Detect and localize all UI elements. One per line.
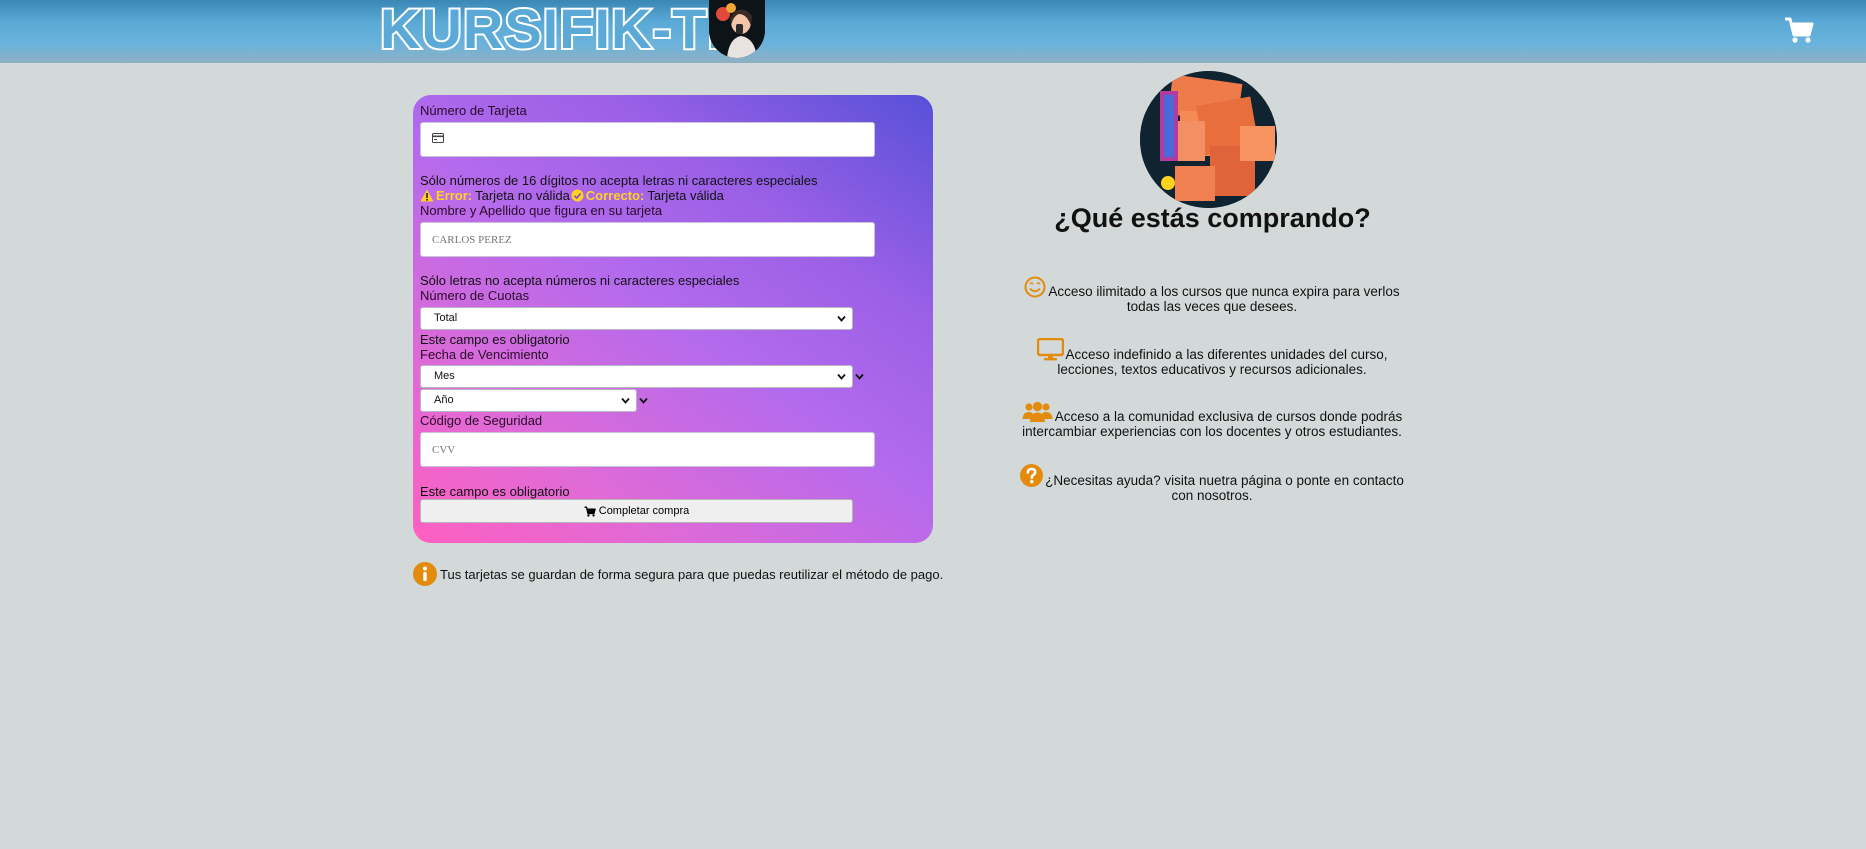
installments-hint: Este campo es obligatorio: [420, 332, 570, 347]
installments-selected: Total: [434, 312, 458, 324]
card-number-input[interactable]: [420, 122, 875, 157]
card-validation-status: Error: Tarjeta no válida Correcto: Tarje…: [420, 188, 724, 203]
installments-select[interactable]: Total: [420, 307, 853, 330]
feature-item: Acceso indefinido a las diferentes unida…: [1012, 337, 1412, 377]
feature-item: ¿Necesitas ayuda? visita nuetra página o…: [1012, 464, 1412, 503]
cvv-input[interactable]: [420, 432, 875, 467]
cart-icon[interactable]: [1784, 16, 1814, 44]
error-text: Tarjeta no válida: [475, 188, 570, 203]
complete-purchase-button[interactable]: Completar compra: [420, 499, 853, 523]
chevron-down-icon: [837, 373, 846, 380]
cardholder-name-label: Nombre y Apellido que figura en su tarje…: [420, 203, 663, 218]
feature-text: Acceso indefinido a las diferentes unida…: [1057, 347, 1388, 377]
card-number-label: Número de Tarjeta: [420, 103, 527, 118]
check-circle-icon: [571, 189, 584, 202]
brand-logo-avatar[interactable]: [709, 0, 765, 58]
sidebar-title: ¿Qué estás comprando?: [1054, 203, 1371, 233]
expiry-year-select[interactable]: Año: [420, 389, 637, 412]
question-icon: [1020, 464, 1044, 487]
expiry-label: Fecha de Vencimiento: [420, 347, 549, 362]
users-icon: [1022, 401, 1053, 422]
cardholder-name-hint: Sólo letras no acepta números ni caracte…: [420, 273, 740, 288]
complete-purchase-label: Completar compra: [598, 505, 690, 517]
feature-text: Acceso ilimitado a los cursos que nunca …: [1048, 284, 1400, 314]
expiry-year-selected: Año: [434, 394, 454, 406]
cvv-hint: Este campo es obligatorio: [420, 484, 570, 499]
feature-text: Acceso a la comunidad exclusiva de curso…: [1022, 409, 1403, 439]
chevron-down-icon: [855, 373, 864, 380]
chevron-down-icon: [837, 315, 846, 322]
warning-icon: [420, 189, 434, 202]
feature-text: ¿Necesitas ayuda? visita nuetra página o…: [1045, 473, 1404, 503]
expiry-month-selected: Mes: [434, 370, 455, 382]
cardholder-name-input[interactable]: [420, 222, 875, 257]
card-number-hint: Sólo números de 16 dígitos no acepta let…: [420, 173, 818, 188]
cvv-label: Código de Seguridad: [420, 413, 543, 428]
expiry-month-select[interactable]: Mes: [420, 365, 853, 388]
credit-card-icon: [432, 133, 444, 143]
feature-item: Acceso a la comunidad exclusiva de curso…: [1012, 401, 1412, 439]
chevron-down-icon: [621, 397, 630, 404]
cart-icon: [584, 505, 596, 517]
course-hero-image: [1140, 71, 1277, 208]
monitor-icon: [1036, 337, 1064, 361]
installments-label: Número de Cuotas: [420, 288, 530, 303]
chevron-down-icon: [639, 397, 648, 404]
ok-label: Correcto:: [585, 188, 645, 203]
secure-storage-note: Tus tarjetas se guardan de forma segura …: [413, 562, 943, 586]
error-label: Error:: [436, 188, 473, 203]
info-icon: [413, 562, 437, 586]
feature-item: Acceso ilimitado a los cursos que nunca …: [1012, 276, 1412, 314]
ok-text: Tarjeta válida: [647, 188, 724, 203]
secure-storage-text: Tus tarjetas se guardan de forma segura …: [440, 566, 944, 582]
brand-logo-text[interactable]: KURSIFIK-TE: [378, 0, 747, 60]
smile-icon: [1024, 276, 1046, 298]
top-navbar: KURSIFIK-TE: [0, 0, 1866, 63]
